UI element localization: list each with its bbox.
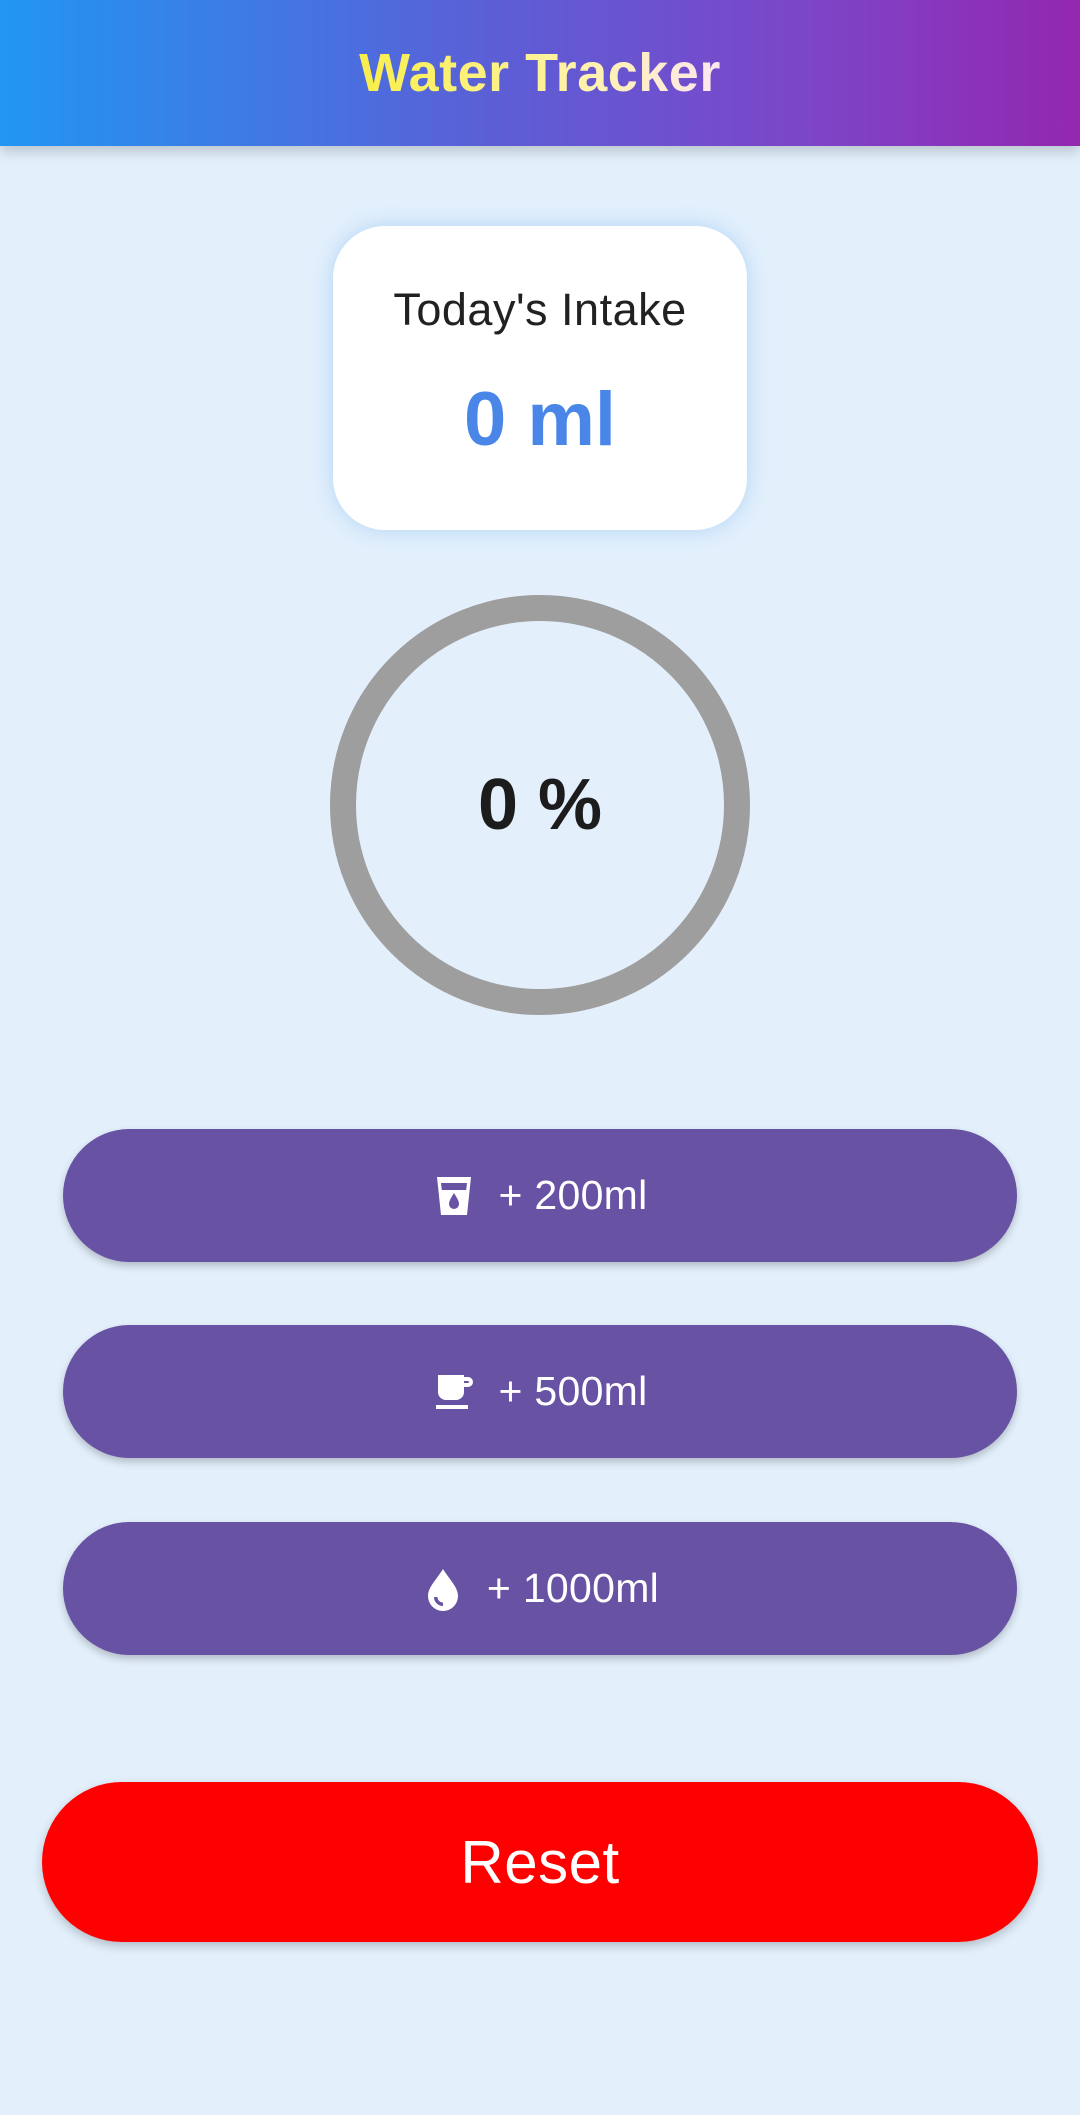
app-screen: Water Tracker Today's Intake 0 ml 0 % + … [0,0,1080,2115]
add-1000ml-button[interactable]: + 1000ml [63,1522,1017,1655]
glass-water-icon [432,1174,476,1218]
add-1000ml-label: + 1000ml [486,1565,660,1611]
progress-ring: 0 % [330,595,750,1015]
water-drop-icon [421,1567,465,1611]
add-200ml-button[interactable]: + 200ml [63,1129,1017,1262]
reset-button[interactable]: Reset [42,1782,1038,1942]
app-title: Water Tracker [359,43,721,103]
intake-label: Today's Intake [393,284,687,335]
add-200ml-label: + 200ml [498,1172,648,1218]
add-500ml-button[interactable]: + 500ml [63,1325,1017,1458]
intake-card: Today's Intake 0 ml [333,226,747,530]
reset-label: Reset [460,1828,620,1896]
app-bar: Water Tracker [0,0,1080,146]
intake-value: 0 ml [463,377,617,462]
add-500ml-label: + 500ml [498,1368,648,1414]
progress-percent: 0 % [477,765,603,845]
coffee-cup-icon [432,1370,476,1414]
